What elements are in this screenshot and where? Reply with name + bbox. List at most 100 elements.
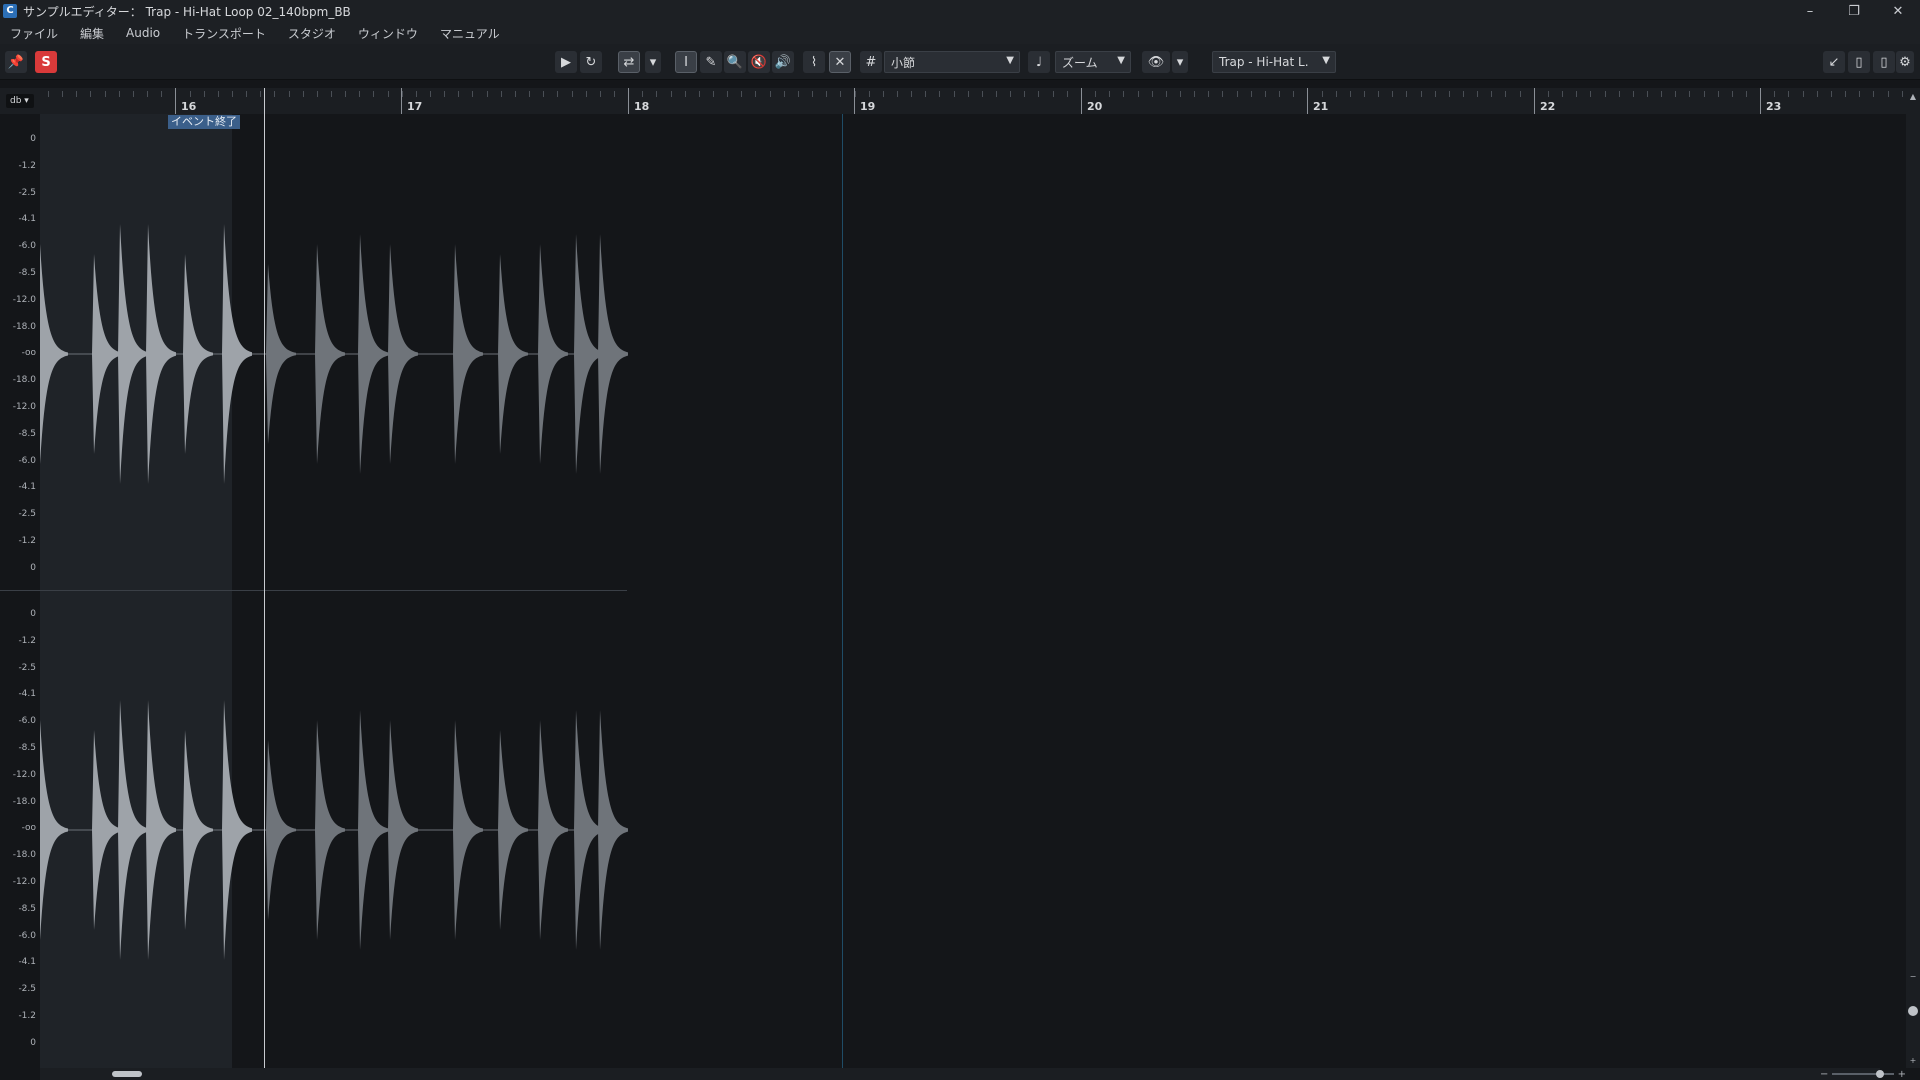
db-scale-label: -2.5 xyxy=(18,984,36,995)
waveform-transient xyxy=(40,720,68,940)
ruler-unit-select[interactable]: db ▾ xyxy=(6,94,34,108)
ruler-tick xyxy=(1491,91,1492,97)
ruler-tick xyxy=(1859,91,1860,97)
horizontal-scroll-thumb[interactable] xyxy=(112,1071,142,1077)
ruler-tick xyxy=(671,91,672,97)
solo-editor-button[interactable]: S xyxy=(35,51,57,73)
ruler-tick xyxy=(529,91,530,97)
event-select-value: Trap - Hi-Hat L. xyxy=(1219,55,1309,69)
ruler-tick xyxy=(770,91,771,97)
eye-icon[interactable]: 👁 xyxy=(1142,51,1170,73)
setup-window-icon[interactable]: ⚙ xyxy=(1896,51,1914,73)
ruler-tick xyxy=(954,91,955,97)
ruler-tick xyxy=(1619,91,1620,97)
waveform-transient xyxy=(222,700,252,960)
horizontal-zoom-control[interactable]: − + xyxy=(1820,1068,1906,1080)
horizontal-scrollbar[interactable] xyxy=(40,1068,1880,1080)
vertical-scrollbar[interactable]: ▲ − + xyxy=(1906,88,1920,1068)
db-scale-label: -12.0 xyxy=(12,769,36,780)
play-icon[interactable]: ▶ xyxy=(555,51,577,73)
db-scale-label: -8.5 xyxy=(18,903,36,914)
ruler-tick xyxy=(798,91,799,97)
ruler-tick xyxy=(487,91,488,97)
waveform-transient xyxy=(598,710,628,950)
grid-type-select[interactable]: 小節 ▼ xyxy=(884,51,1020,73)
waveform-display[interactable] xyxy=(40,114,630,1068)
vertical-zoom-minus-icon[interactable]: − xyxy=(1908,972,1918,982)
vertical-zoom-plus-icon[interactable]: + xyxy=(1908,1056,1918,1066)
menu-manual[interactable]: マニュアル xyxy=(440,25,500,42)
ruler-tick xyxy=(614,91,615,97)
quantize-note-icon[interactable]: ♩ xyxy=(1028,51,1050,73)
pin-icon[interactable]: 📌 xyxy=(5,51,27,73)
snap-icon[interactable]: ✕ xyxy=(829,51,851,73)
ruler-tick xyxy=(1689,91,1690,97)
event-select[interactable]: Trap - Hi-Hat L. ▼ xyxy=(1212,51,1336,73)
bar-marker-18: 18 xyxy=(628,88,649,114)
ruler-tick xyxy=(1520,91,1521,97)
ruler-tick xyxy=(345,91,346,97)
zoom-out-icon[interactable]: − xyxy=(1820,1069,1828,1080)
ruler-tick xyxy=(274,91,275,97)
ruler-tick xyxy=(1053,91,1054,97)
menu-file[interactable]: ファイル xyxy=(10,25,58,42)
auto-scroll-icon[interactable]: ⇄ xyxy=(618,51,640,73)
vertical-zoom-thumb[interactable] xyxy=(1908,1006,1918,1016)
ruler-tick xyxy=(472,91,473,97)
ruler[interactable]: db ▾ 16 17 18 19 20 21 22 23 xyxy=(0,88,1920,114)
grid-icon[interactable]: # xyxy=(860,51,882,73)
ruler-tick xyxy=(1562,91,1563,97)
ruler-tick xyxy=(119,91,120,97)
ruler-tick xyxy=(76,91,77,97)
left-zone-icon[interactable]: ▯ xyxy=(1848,51,1870,73)
ruler-tick xyxy=(741,91,742,97)
ruler-tick xyxy=(1109,91,1110,97)
snap-zero-crossing-icon[interactable]: ⌇ xyxy=(803,51,825,73)
ruler-tick xyxy=(1378,91,1379,97)
waveform-transient xyxy=(118,224,148,484)
zoom-select[interactable]: ズーム ▼ xyxy=(1055,51,1131,73)
restore-icon[interactable]: ❐ xyxy=(1832,0,1876,22)
bar-number: 17 xyxy=(407,100,423,113)
auto-scroll-dropdown-icon[interactable]: ▾ xyxy=(645,51,661,73)
window-layout-icon[interactable]: ↙ xyxy=(1823,51,1845,73)
app-logo-icon[interactable]: C xyxy=(3,4,17,18)
loop-icon[interactable]: ↻ xyxy=(580,51,602,73)
bar-marker-22: 22 xyxy=(1534,88,1555,114)
ruler-tick xyxy=(699,91,700,97)
waveform-transient xyxy=(598,234,628,474)
close-icon[interactable]: ✕ xyxy=(1876,0,1920,22)
zoom-tool-icon[interactable]: 🔍 xyxy=(724,51,746,73)
menu-bar: ファイル 編集 Audio トランスポート スタジオ ウィンドウ マニュアル xyxy=(0,22,1920,44)
ruler-tick xyxy=(1392,91,1393,97)
waveform-transient xyxy=(358,234,388,474)
db-scale-label: -2.5 xyxy=(18,662,36,673)
zoom-in-icon[interactable]: + xyxy=(1898,1069,1906,1080)
mute-tool-icon[interactable]: 🔇 xyxy=(748,51,770,73)
menu-transport[interactable]: トランスポート xyxy=(182,25,266,42)
ruler-tick xyxy=(1647,91,1648,97)
right-zone-icon[interactable]: ▯ xyxy=(1873,51,1895,73)
ruler-tick xyxy=(430,91,431,97)
minimize-icon[interactable]: – xyxy=(1788,0,1832,22)
scroll-up-icon[interactable]: ▲ xyxy=(1908,92,1918,102)
eye-dropdown-icon[interactable]: ▾ xyxy=(1172,51,1188,73)
ruler-tick xyxy=(911,91,912,97)
ruler-tick xyxy=(1237,91,1238,97)
db-scale-label: -oo xyxy=(21,823,36,834)
playback-cursor[interactable] xyxy=(264,88,265,1068)
menu-edit[interactable]: 編集 xyxy=(80,25,104,42)
db-scale-label: -1.2 xyxy=(18,1011,36,1021)
zoom-slider[interactable] xyxy=(1832,1070,1894,1078)
db-scale-label: -6.0 xyxy=(18,930,36,941)
pencil-icon[interactable]: ✎ xyxy=(700,51,722,73)
range-select-icon[interactable]: I xyxy=(675,51,697,73)
db-scale-label: -6.0 xyxy=(18,241,36,252)
zoom-slider-thumb[interactable] xyxy=(1876,1070,1885,1078)
ruler-tick xyxy=(1067,91,1068,97)
speaker-icon[interactable]: 🔊 xyxy=(772,51,794,73)
menu-window[interactable]: ウィンドウ xyxy=(358,25,418,42)
menu-studio[interactable]: スタジオ xyxy=(288,25,336,42)
ruler-tick xyxy=(1477,91,1478,97)
menu-audio[interactable]: Audio xyxy=(126,26,160,40)
